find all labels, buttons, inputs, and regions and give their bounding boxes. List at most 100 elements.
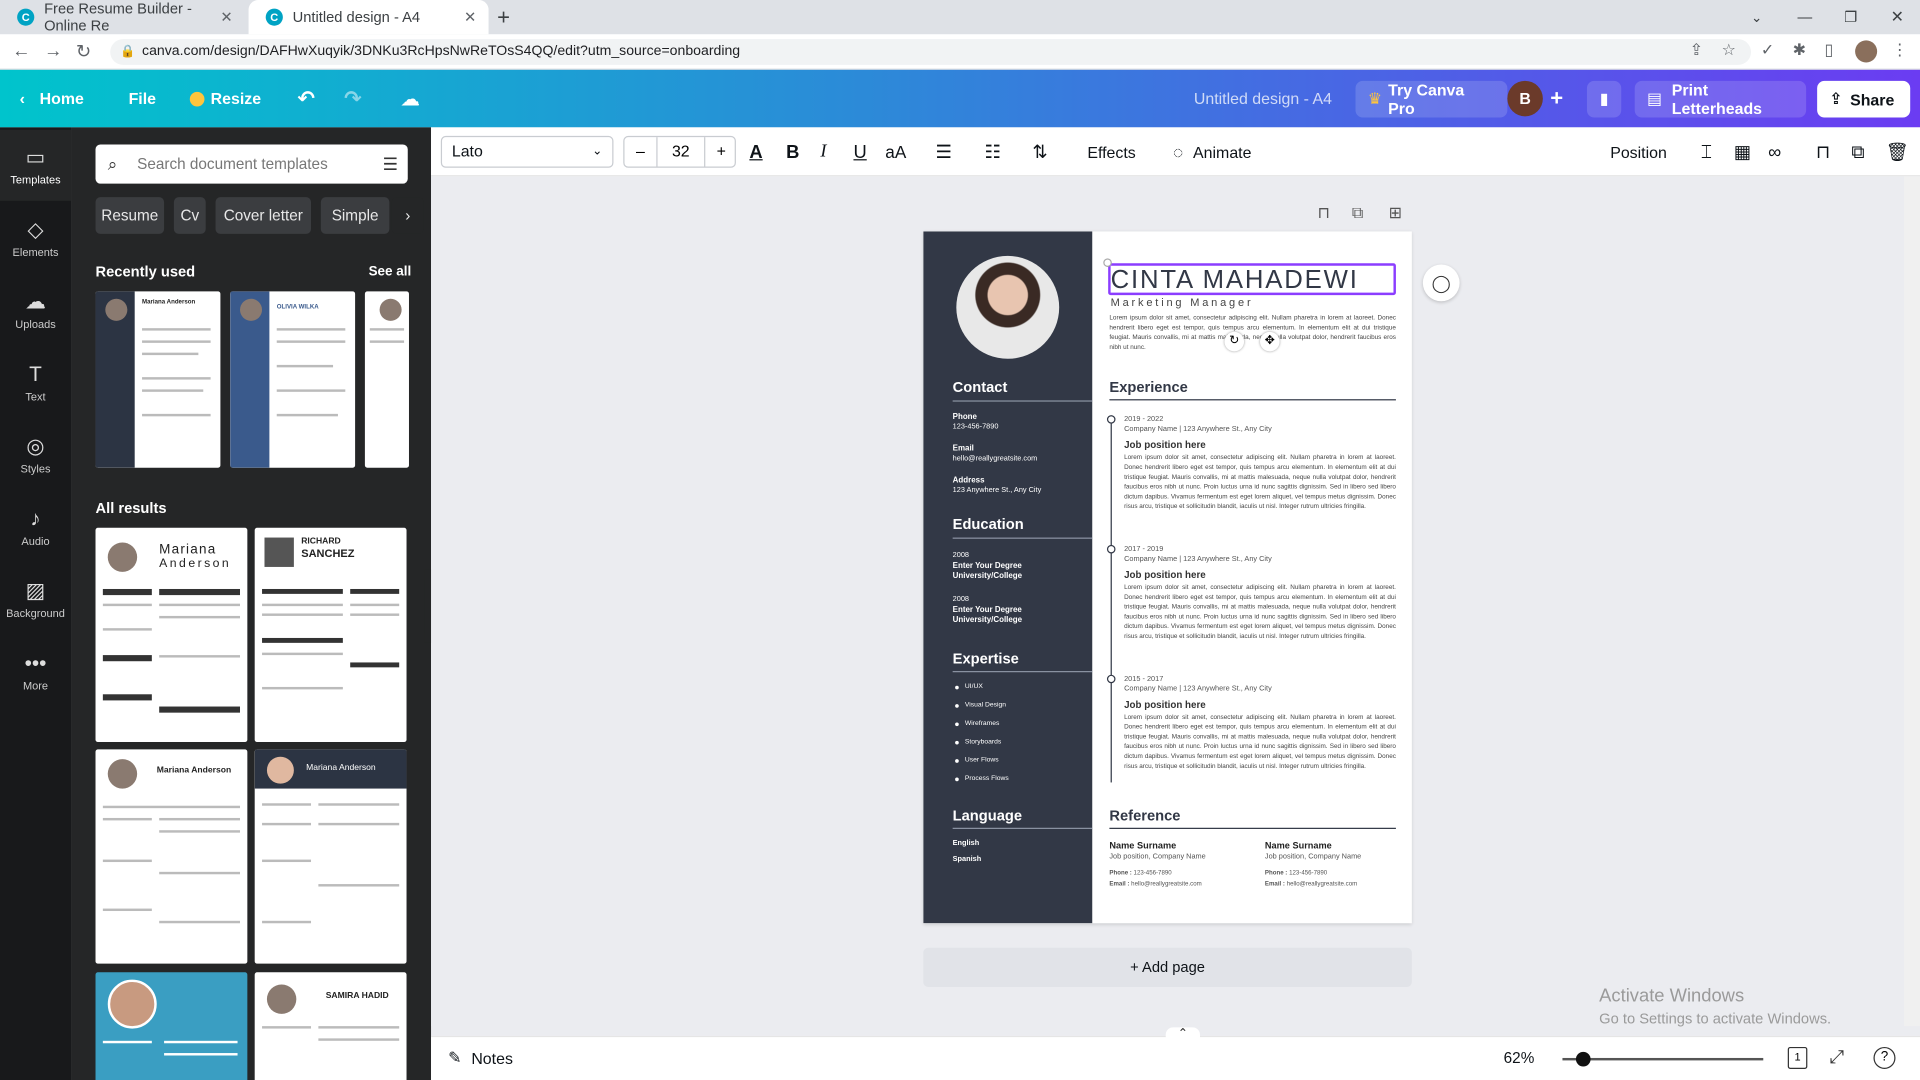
resume-role[interactable]: Marketing Manager (1111, 296, 1254, 308)
experience-company[interactable]: Company Name | 123 Anywhere St., Any Cit… (1124, 426, 1272, 433)
reload-icon[interactable]: ↻ (76, 40, 91, 63)
effects-button[interactable]: Effects (1087, 127, 1135, 176)
home-button[interactable]: ‹ Home (20, 70, 84, 128)
transparency-checker-icon[interactable]: ▦ (1734, 127, 1751, 176)
language-item[interactable]: Spanish (953, 856, 982, 865)
side-panel-icon[interactable]: ▯ (1824, 40, 1833, 60)
experience-position[interactable]: Job position here (1124, 569, 1206, 580)
help-icon[interactable]: ? (1873, 1046, 1896, 1069)
canvas-scrollbar[interactable] (1904, 176, 1920, 1027)
page-add-icon[interactable]: ⊞ (1389, 203, 1402, 223)
browser-tab-resume-builder[interactable]: C Free Resume Builder - Online Re ✕ (0, 0, 245, 34)
resume-page[interactable]: Contact Phone 123-456-7890 Email hello@rea… (923, 231, 1412, 924)
recent-template-thumb[interactable]: Mariana Anderson (95, 291, 221, 468)
education-item[interactable]: 2008 Enter Your Degree University/College (953, 596, 1022, 626)
zoom-level[interactable]: 62% (1504, 1049, 1535, 1066)
profile-avatar[interactable] (1855, 40, 1878, 63)
reference-email[interactable]: Email : hello@reallygreatsite.com (1265, 880, 1357, 887)
bold-icon[interactable]: B (786, 127, 799, 176)
profile-photo[interactable] (956, 255, 1060, 359)
notes-button[interactable]: ✎ Notes (448, 1048, 513, 1068)
tab-search-icon[interactable]: ⌄ (1751, 0, 1762, 34)
underline-icon[interactable]: U (853, 127, 866, 176)
contact-address[interactable]: Address 123 Anywhere St., Any City (953, 476, 1042, 496)
rail-item-background[interactable]: ▨ Background (0, 563, 71, 634)
minimize-window-icon[interactable]: — (1798, 0, 1813, 34)
link-icon[interactable]: ∞ (1768, 127, 1781, 176)
expertise-item[interactable]: UI/UX (955, 683, 983, 691)
expertise-heading[interactable]: Expertise (953, 650, 1019, 667)
contact-heading[interactable]: Contact (953, 378, 1008, 395)
page-duplicate-icon[interactable]: ⧉ (1352, 203, 1363, 223)
template-result-thumb[interactable]: Mariana Anderson (95, 527, 248, 743)
add-collaborator-icon[interactable]: + (1550, 70, 1563, 128)
experience-years[interactable]: 2015 - 2017 (1124, 676, 1163, 683)
expertise-item[interactable]: Visual Design (955, 702, 1006, 709)
check-extension-icon[interactable]: ✓ (1761, 40, 1774, 60)
rotate-handle-icon[interactable]: ↻ (1224, 331, 1245, 352)
duplicate-icon[interactable]: ⧉ (1851, 127, 1864, 176)
new-tab-button[interactable]: + (497, 0, 521, 34)
experience-description[interactable]: Lorem ipsum dolor sit amet, consectetur … (1124, 584, 1396, 653)
italic-icon[interactable]: I (820, 127, 826, 176)
forward-arrow-icon[interactable]: → (44, 40, 62, 61)
contact-phone[interactable]: Phone 123-456-7890 (953, 413, 999, 433)
align-left-icon[interactable]: ☰ (936, 127, 952, 176)
contact-email[interactable]: Email hello@reallygreatsite.com (953, 444, 1038, 464)
experience-years[interactable]: 2017 - 2019 (1124, 546, 1163, 553)
reference-phone[interactable]: Phone : 123-456-7890 (1109, 869, 1171, 876)
print-letterheads-button[interactable]: ▤ Print Letterheads (1634, 80, 1807, 118)
share-page-icon[interactable]: ⇪ (1690, 40, 1703, 60)
see-all-link[interactable]: See all (369, 264, 412, 279)
experience-company[interactable]: Company Name | 123 Anywhere St., Any Cit… (1124, 686, 1272, 693)
template-result-thumb[interactable]: RICHARD SANCHEZ (254, 527, 407, 743)
chip-simple[interactable]: Simple (320, 197, 390, 234)
rail-item-elements[interactable]: ◇ Elements (0, 202, 71, 273)
zoom-slider-track[interactable] (1562, 1057, 1764, 1061)
resize-handle[interactable] (1103, 258, 1112, 267)
lock-icon[interactable]: ⊓ (1816, 127, 1830, 176)
resize-button[interactable]: Resize (189, 70, 261, 128)
rail-item-styles[interactable]: ◎ Styles (0, 419, 71, 490)
expertise-item[interactable]: User Flows (955, 757, 999, 764)
move-handle-icon[interactable]: ✥ (1260, 331, 1280, 352)
fullscreen-icon[interactable]: ⤢ (1829, 1047, 1844, 1068)
reference-job[interactable]: Job position, Company Name (1265, 853, 1361, 860)
file-menu-button[interactable]: File (129, 70, 156, 128)
letter-case-icon[interactable]: aA (885, 127, 906, 176)
template-result-thumb[interactable] (95, 972, 248, 1080)
comment-add-icon[interactable]: ◯ (1422, 264, 1460, 302)
bullet-list-icon[interactable]: ☷ (984, 127, 1000, 176)
undo-icon[interactable]: ↶ (298, 70, 315, 128)
rail-item-audio[interactable]: ♪ Audio (0, 491, 71, 562)
experience-position[interactable]: Job position here (1124, 699, 1206, 710)
selected-text-box-outline[interactable] (1108, 263, 1396, 296)
experience-position[interactable]: Job position here (1124, 440, 1206, 451)
share-button[interactable]: ⇪ Share (1817, 80, 1911, 118)
browser-tab-untitled-design[interactable]: C Untitled design - A4 ✕ (248, 0, 489, 35)
rail-item-templates[interactable]: ▭ Templates (0, 129, 72, 201)
rail-item-text[interactable]: T Text (0, 347, 71, 418)
spacing-icon[interactable]: ⇅ (1032, 127, 1047, 176)
experience-description[interactable]: Lorem ipsum dolor sit amet, consectetur … (1124, 454, 1396, 523)
experience-heading[interactable]: Experience (1109, 378, 1187, 395)
education-item[interactable]: 2008 Enter Your Degree University/College (953, 552, 1022, 582)
zoom-slider-handle[interactable] (1575, 1051, 1591, 1067)
add-page-button[interactable]: + Add page (923, 947, 1412, 987)
page-count-icon[interactable]: 1 (1787, 1046, 1808, 1069)
paint-roller-icon[interactable]: ⌶ (1701, 127, 1712, 176)
back-arrow-icon[interactable]: ← (12, 40, 30, 61)
chips-next-arrow-icon[interactable]: › (391, 197, 424, 234)
experience-years[interactable]: 2019 - 2022 (1124, 416, 1163, 423)
reference-email[interactable]: Email : hello@reallygreatsite.com (1109, 880, 1201, 887)
template-result-thumb[interactable]: Mariana Anderson (254, 749, 407, 964)
increase-size-button[interactable]: + (705, 137, 737, 166)
document-title[interactable]: Untitled design - A4 (1194, 70, 1332, 128)
page-lock-icon[interactable]: ⊓ (1318, 203, 1330, 223)
expertise-item[interactable]: Storyboards (955, 738, 1001, 746)
expertise-item[interactable]: Process Flows (955, 775, 1009, 782)
resume-summary[interactable]: Lorem ipsum dolor sit amet, consectetur … (1109, 315, 1396, 352)
user-avatar[interactable]: B (1507, 80, 1543, 117)
chip-cover-letter[interactable]: Cover letter (215, 197, 312, 234)
redo-icon[interactable]: ↷ (344, 70, 361, 128)
